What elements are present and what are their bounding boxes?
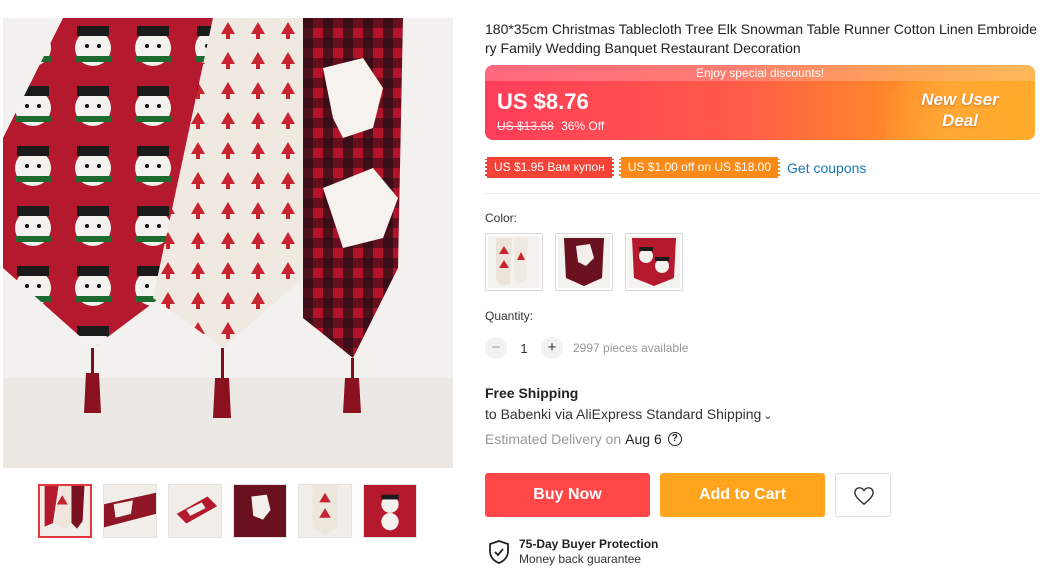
delivery-label: Estimated Delivery on	[485, 431, 622, 447]
current-price: US $8.76	[497, 89, 589, 114]
shipping-method-text: to Babenki via AliExpress Standard Shipp…	[485, 406, 762, 422]
help-icon[interactable]: ?	[667, 432, 682, 446]
chevron-down-icon: ⌄	[763, 410, 773, 422]
swatch-white-red[interactable]	[485, 233, 543, 291]
thumbnail-2[interactable]	[103, 484, 157, 538]
quantity-value[interactable]: 1	[507, 341, 541, 356]
discount-percent: 36% Off	[561, 119, 605, 133]
thumbnail-strip	[38, 484, 417, 538]
thumbnail-5[interactable]	[298, 484, 352, 538]
product-title: 180*35cm Christmas Tablecloth Tree Elk S…	[485, 21, 1038, 56]
color-label: Color:	[485, 211, 518, 225]
color-swatches	[485, 233, 683, 291]
divider	[485, 193, 1040, 194]
main-product-image[interactable]	[3, 18, 453, 468]
old-price: US $13.68	[497, 119, 554, 133]
wishlist-button[interactable]	[835, 473, 891, 517]
shipping-title: Free Shipping	[485, 385, 579, 401]
old-price-row: US $13.68 36% Off	[497, 119, 604, 133]
add-to-cart-button[interactable]: Add to Cart	[660, 473, 825, 517]
pieces-available: 2997 pieces available	[573, 341, 689, 355]
quantity-label: Quantity:	[485, 309, 534, 323]
estimated-delivery: Estimated Delivery on Aug 6 ?	[485, 431, 682, 447]
protection-title: 75-Day Buyer Protection	[519, 537, 659, 551]
delivery-date: Aug 6	[625, 431, 662, 447]
thumbnail-6[interactable]	[363, 484, 417, 538]
shipping-method[interactable]: to Babenki via AliExpress Standard Shipp…	[485, 406, 773, 422]
coupon-1[interactable]: US $1.95 Вам купон	[485, 157, 614, 178]
get-coupons-link[interactable]: Get coupons	[787, 160, 866, 176]
quantity-increase-button[interactable]: +	[541, 337, 563, 359]
quantity-decrease-button[interactable]: −	[485, 337, 507, 359]
price-banner: Enjoy special discounts! US $8.76 US $13…	[485, 65, 1035, 140]
shield-check-icon	[489, 540, 509, 564]
coupon-2[interactable]: US $1.00 off on US $18.00	[618, 157, 781, 178]
discount-strip: Enjoy special discounts!	[485, 65, 1035, 81]
heart-icon	[854, 487, 874, 506]
thumbnail-3[interactable]	[168, 484, 222, 538]
swatch-red-plaid[interactable]	[555, 233, 613, 291]
swatch-snowman-red[interactable]	[625, 233, 683, 291]
new-user-deal-badge: New User Deal	[915, 89, 1005, 131]
thumbnail-1[interactable]	[38, 484, 92, 538]
coupon-row: US $1.95 Вам купон US $1.00 off on US $1…	[485, 157, 866, 178]
thumbnail-4[interactable]	[233, 484, 287, 538]
buyer-protection: 75-Day Buyer Protection Money back guara…	[487, 537, 658, 567]
buy-now-button[interactable]: Buy Now	[485, 473, 650, 517]
protection-subtitle: Money back guarantee	[519, 552, 642, 566]
deal-line-2: Deal	[942, 111, 978, 130]
quantity-stepper: − 1 + 2997 pieces available	[485, 337, 688, 359]
deal-line-1: New User	[921, 90, 999, 109]
